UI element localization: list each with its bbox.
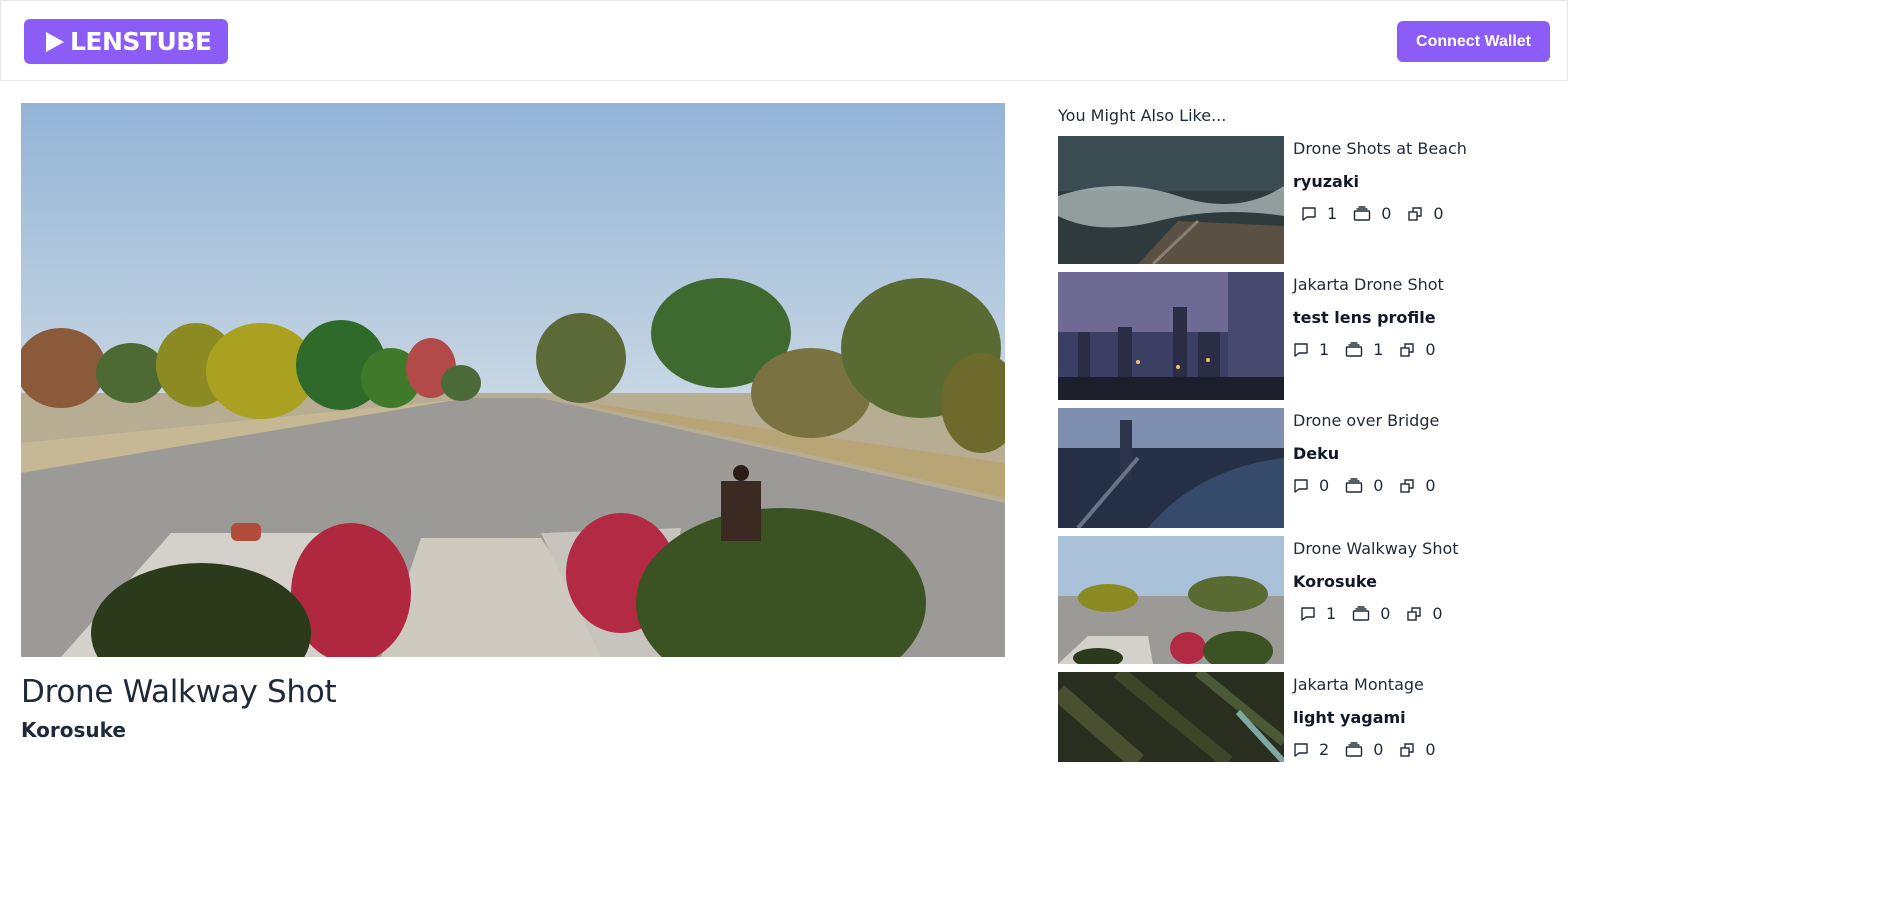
- collect-icon: [1353, 205, 1371, 221]
- recommended-author[interactable]: Deku: [1293, 444, 1339, 463]
- video-author[interactable]: Korosuke: [21, 718, 126, 742]
- mirror-icon: [1400, 342, 1415, 357]
- mirror-icon: [1400, 742, 1415, 757]
- recommended-title[interactable]: Drone over Bridge: [1293, 411, 1439, 430]
- comment-icon: [1301, 606, 1315, 621]
- comments-stat: 2: [1293, 740, 1329, 759]
- comments-count: 1: [1326, 604, 1337, 623]
- video-thumbnail[interactable]: [1058, 672, 1284, 762]
- comment-icon: [1302, 206, 1316, 221]
- video-player[interactable]: [21, 103, 1005, 657]
- sidebar-heading: You Might Also Like...: [1058, 106, 1227, 125]
- video-frame: [21, 103, 1005, 657]
- comments-stat: 1: [1301, 204, 1337, 223]
- mirrors-stat: 0: [1399, 476, 1436, 495]
- video-thumbnail[interactable]: [1058, 136, 1284, 264]
- collects-count: 0: [1373, 740, 1384, 759]
- recommended-title[interactable]: Jakarta Drone Shot: [1293, 275, 1444, 294]
- mirrors-count: 0: [1433, 204, 1444, 223]
- collect-icon: [1345, 341, 1363, 357]
- video-stats: 2 0 0: [1293, 740, 1452, 759]
- comments-count: 2: [1319, 740, 1330, 759]
- mirror-icon: [1400, 478, 1415, 493]
- comments-count: 1: [1319, 340, 1330, 359]
- recommended-video-item[interactable]: Jakarta Montage light yagami 2 0 0: [1058, 672, 1538, 762]
- video-stats: 0 0 0: [1293, 476, 1452, 495]
- comments-count: 0: [1319, 476, 1330, 495]
- top-navbar: LENSTUBE Connect Wallet: [0, 0, 1568, 81]
- mirror-icon: [1407, 606, 1422, 621]
- play-icon: [46, 31, 64, 52]
- collects-stat: 0: [1345, 476, 1383, 495]
- collect-icon: [1352, 605, 1370, 621]
- mirrors-stat: 0: [1399, 340, 1436, 359]
- video-stats: 1 0 0: [1301, 204, 1460, 223]
- comments-stat: 1: [1300, 604, 1336, 623]
- collects-count: 0: [1381, 204, 1392, 223]
- mirrors-stat: 0: [1399, 740, 1436, 759]
- mirrors-count: 0: [1425, 740, 1436, 759]
- collects-stat: 0: [1353, 204, 1391, 223]
- comment-icon: [1294, 742, 1308, 757]
- collect-icon: [1345, 477, 1363, 493]
- comments-stat: 0: [1293, 476, 1329, 495]
- mirrors-count: 0: [1425, 340, 1436, 359]
- mirrors-stat: 0: [1407, 204, 1444, 223]
- mirrors-count: 0: [1432, 604, 1443, 623]
- collect-icon: [1345, 741, 1363, 757]
- recommended-title[interactable]: Jakarta Montage: [1293, 675, 1424, 694]
- mirror-icon: [1408, 206, 1423, 221]
- collects-count: 0: [1380, 604, 1391, 623]
- recommended-video-item[interactable]: Jakarta Drone Shot test lens profile 1 1…: [1058, 272, 1538, 400]
- recommended-author[interactable]: Korosuke: [1293, 572, 1377, 591]
- lenstube-logo[interactable]: LENSTUBE: [24, 19, 228, 64]
- video-thumbnail[interactable]: [1058, 272, 1284, 400]
- recommended-author[interactable]: light yagami: [1293, 708, 1406, 727]
- comment-icon: [1294, 478, 1308, 493]
- comments-count: 1: [1327, 204, 1338, 223]
- video-title: Drone Walkway Shot: [21, 674, 337, 710]
- collects-count: 0: [1373, 476, 1384, 495]
- collects-stat: 0: [1352, 604, 1390, 623]
- video-stats: 1 0 0: [1300, 604, 1459, 623]
- recommended-title[interactable]: Drone Walkway Shot: [1293, 539, 1459, 558]
- collects-count: 1: [1373, 340, 1384, 359]
- video-thumbnail[interactable]: [1058, 408, 1284, 536]
- recommended-video-item[interactable]: Drone Walkway Shot Korosuke 1 0 0: [1058, 536, 1538, 664]
- video-stats: 1 1 0: [1293, 340, 1452, 359]
- connect-wallet-button[interactable]: Connect Wallet: [1397, 21, 1550, 62]
- comment-icon: [1294, 342, 1308, 357]
- recommended-video-item[interactable]: Drone over Bridge Deku 0 0 0: [1058, 408, 1538, 536]
- recommended-video-item[interactable]: Drone Shots at Beach ryuzaki 1 0 0: [1058, 136, 1538, 264]
- collects-stat: 0: [1345, 740, 1383, 759]
- collects-stat: 1: [1345, 340, 1383, 359]
- logo-text: LENSTUBE: [70, 27, 212, 56]
- mirrors-count: 0: [1425, 476, 1436, 495]
- comments-stat: 1: [1293, 340, 1329, 359]
- recommended-title[interactable]: Drone Shots at Beach: [1293, 139, 1467, 158]
- video-thumbnail[interactable]: [1058, 536, 1284, 664]
- mirrors-stat: 0: [1406, 604, 1443, 623]
- recommended-author[interactable]: test lens profile: [1293, 308, 1436, 327]
- recommended-author[interactable]: ryuzaki: [1293, 172, 1359, 191]
